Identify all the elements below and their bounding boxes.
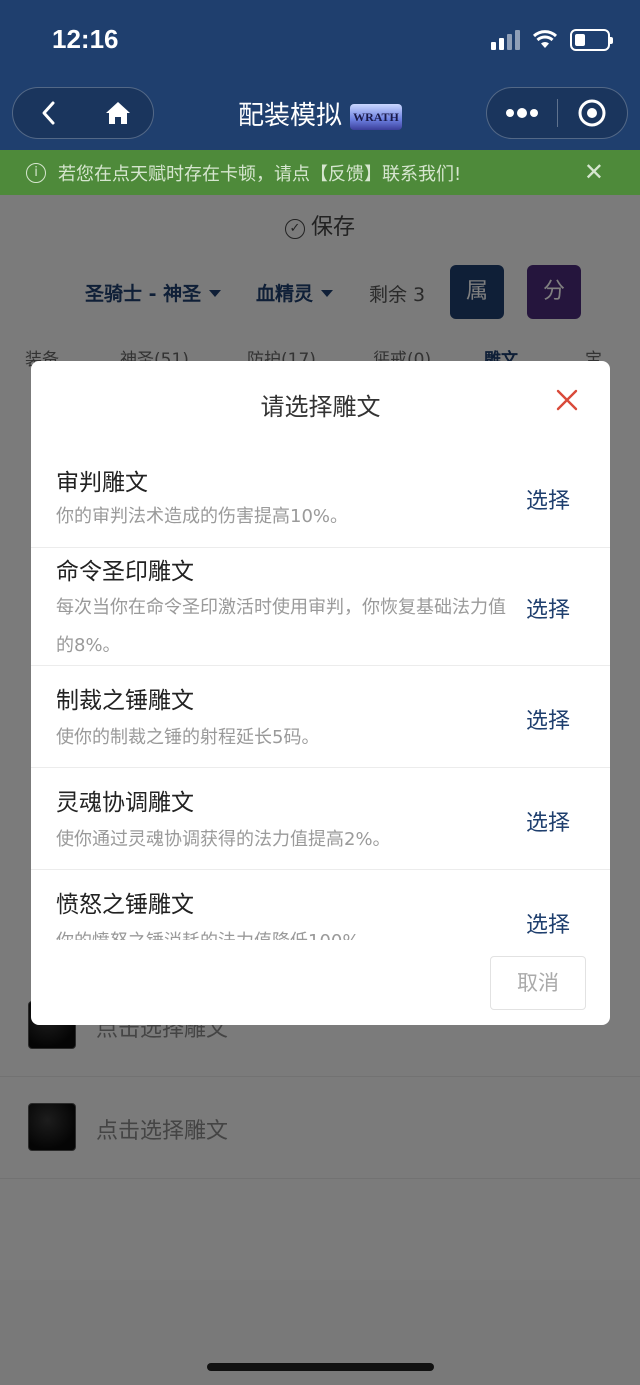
glyph-option-name: 审判雕文 [56, 470, 148, 496]
notice-bar: i 若您在点天赋时存在卡顿，请点【反馈】联系我们! ✕ [0, 150, 640, 195]
wrath-logo: WRATH [350, 103, 402, 130]
glyph-option-name: 制裁之锤雕文 [56, 688, 194, 714]
more-button[interactable] [487, 87, 557, 139]
close-miniapp-button[interactable] [558, 87, 628, 139]
nav-capsule-right [486, 87, 628, 139]
glyph-option-desc: 使你的制裁之锤的射程延长5码。 [56, 727, 320, 748]
notice-close-icon[interactable]: ✕ [584, 160, 604, 184]
notice-text: 若您在点天赋时存在卡顿，请点【反馈】联系我们! [58, 163, 462, 185]
glyph-option: 审判雕文 你的审判法术造成的伤害提高10%。 选择 [31, 445, 610, 548]
page-title-text: 配装模拟 [237, 101, 342, 131]
select-button[interactable]: 选择 [526, 703, 570, 735]
more-dots-icon [505, 108, 538, 118]
status-time: 12:16 [52, 24, 119, 54]
glyph-option: 制裁之锤雕文 使你的制裁之锤的射程延长5码。 选择 [31, 666, 610, 768]
select-button[interactable]: 选择 [526, 483, 570, 515]
glyph-option-desc: 使你通过灵魂协调获得的法力值提高2%。 [56, 829, 391, 850]
home-indicator [207, 1363, 434, 1371]
cancel-button[interactable]: 取消 [490, 956, 586, 1010]
top-header: 12:16 配装模拟 WRATH [0, 0, 640, 150]
cellular-signal-icon [491, 30, 520, 50]
battery-icon [570, 29, 613, 51]
glyph-option: 愤怒之锤雕文 你的愤怒之锤消耗的法力值降低100% 选择 [31, 870, 610, 940]
glyph-select-dialog: 请选择雕文 审判雕文 你的审判法术造成的伤害提高10%。 选择 命令圣印雕文 每… [31, 361, 610, 1025]
glyph-option-name: 命令圣印雕文 [56, 559, 194, 585]
glyph-option-desc: 每次当你在命令圣印激活时使用审判，你恢复基础法力值的8%。 [56, 597, 506, 656]
glyph-option-desc: 你的愤怒之锤消耗的法力值降低100% [56, 923, 516, 940]
glyph-option-name: 愤怒之锤雕文 [56, 892, 194, 918]
select-button[interactable]: 选择 [526, 805, 570, 837]
info-icon: i [26, 162, 46, 183]
close-icon[interactable] [554, 387, 580, 413]
glyph-option-desc: 你的审判法术造成的伤害提高10%。 [56, 506, 349, 527]
dialog-title: 请选择雕文 [260, 393, 381, 421]
glyph-option: 命令圣印雕文 每次当你在命令圣印激活时使用审判，你恢复基础法力值的8%。 选择 [31, 548, 610, 666]
glyph-option: 灵魂协调雕文 使你通过灵魂协调获得的法力值提高2%。 选择 [31, 768, 610, 870]
target-icon [578, 99, 606, 127]
glyph-option-name: 灵魂协调雕文 [56, 790, 194, 816]
wifi-icon [532, 30, 558, 48]
select-button[interactable]: 选择 [526, 907, 570, 939]
status-icons [491, 28, 613, 52]
glyph-option-list[interactable]: 审判雕文 你的审判法术造成的伤害提高10%。 选择 命令圣印雕文 每次当你在命令… [31, 445, 610, 940]
select-button[interactable]: 选择 [526, 592, 570, 624]
